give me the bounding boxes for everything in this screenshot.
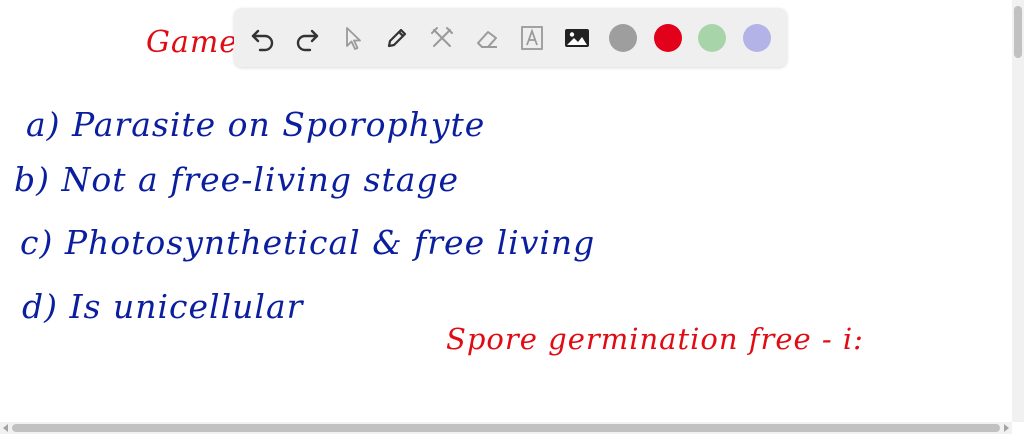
pen-tool-button[interactable] bbox=[380, 21, 414, 55]
scroll-right-arrow-icon[interactable] bbox=[1004, 424, 1009, 432]
undo-icon bbox=[251, 29, 274, 52]
vertical-scrollbar[interactable] bbox=[1012, 0, 1024, 422]
undo-button[interactable] bbox=[246, 21, 280, 55]
select-tool-button[interactable] bbox=[336, 21, 370, 55]
text-icon bbox=[521, 26, 543, 50]
redo-icon bbox=[296, 29, 319, 52]
redo-button[interactable] bbox=[290, 21, 324, 55]
pen-icon bbox=[387, 28, 407, 48]
color-purple-swatch[interactable] bbox=[743, 24, 771, 52]
tools-icon bbox=[431, 27, 453, 47]
image-tool-button[interactable] bbox=[560, 21, 594, 55]
horizontal-scrollbar[interactable] bbox=[0, 422, 1012, 434]
color-green-swatch[interactable] bbox=[698, 24, 726, 52]
horizontal-scrollbar-thumb[interactable] bbox=[12, 424, 1000, 432]
eraser-tool-button[interactable] bbox=[470, 21, 504, 55]
option-b: b) Not a free-living stage bbox=[14, 160, 460, 199]
text-tool-button[interactable] bbox=[515, 21, 549, 55]
tools-button[interactable] bbox=[425, 21, 459, 55]
option-a: a) Parasite on Sporophyte bbox=[26, 105, 486, 144]
option-c: c) Photosynthetical & free living bbox=[20, 223, 596, 262]
image-icon bbox=[565, 29, 589, 47]
color-red-swatch[interactable] bbox=[654, 24, 682, 52]
cursor-icon bbox=[346, 27, 361, 50]
handwritten-note: Spore germination free - i: bbox=[446, 322, 864, 356]
drawing-toolbar bbox=[234, 8, 787, 67]
eraser-icon bbox=[477, 31, 497, 48]
option-d: d) Is unicellular bbox=[22, 287, 304, 326]
color-gray-swatch[interactable] bbox=[609, 24, 637, 52]
scroll-left-arrow-icon[interactable] bbox=[3, 424, 8, 432]
vertical-scrollbar-thumb[interactable] bbox=[1014, 6, 1022, 58]
